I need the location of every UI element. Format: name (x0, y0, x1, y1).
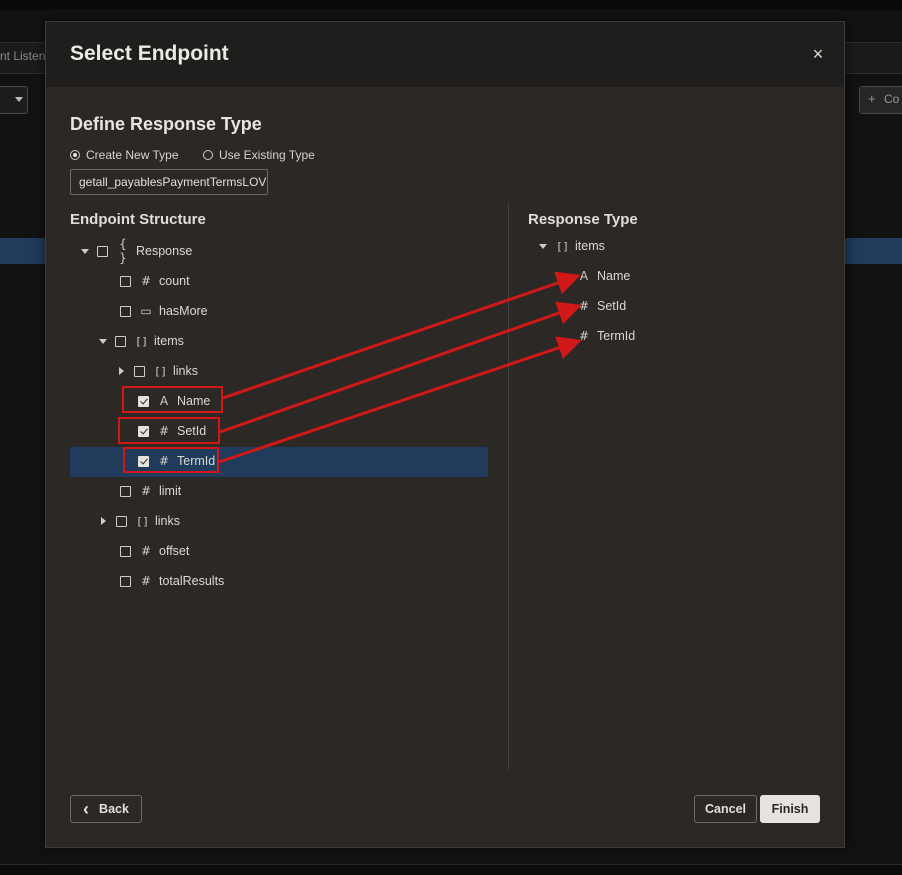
number-icon: # (140, 274, 152, 288)
radio-selected-icon (70, 150, 80, 160)
number-icon: # (140, 574, 152, 588)
back-button[interactable]: ‹ Back (70, 795, 142, 823)
checkbox[interactable] (134, 365, 145, 377)
tree-node-label: links (155, 514, 181, 528)
radio-create-new-type[interactable]: Create New Type (70, 148, 179, 162)
dialog-header: Select Endpoint × (46, 22, 844, 87)
type-name-input[interactable] (70, 169, 268, 195)
expand-arrow-icon[interactable] (99, 338, 107, 344)
array-icon: [ ] (155, 364, 165, 378)
tree-node-label: items (154, 334, 184, 348)
response-node-termid[interactable]: # TermId (577, 321, 635, 351)
checkbox[interactable] (120, 485, 131, 497)
string-icon: A (579, 269, 589, 283)
tree-node-label: count (159, 274, 190, 288)
finish-button-label: Finish (771, 802, 809, 816)
tree-node-label: hasMore (159, 304, 208, 318)
tree-node-label: limit (159, 484, 182, 498)
tree-node-hasmore[interactable]: ▭ hasMore (120, 296, 208, 326)
number-icon: # (578, 299, 590, 313)
checkbox[interactable] (120, 545, 131, 557)
collapse-arrow-icon[interactable] (101, 517, 106, 525)
finish-button[interactable]: Finish (760, 795, 820, 823)
tree-node-limit[interactable]: # limit (120, 476, 181, 506)
response-node-label: SetId (597, 299, 627, 313)
checkbox[interactable] (120, 305, 131, 317)
panel-divider (508, 204, 509, 770)
background-tab-label[interactable]: nt Listen (0, 49, 45, 63)
back-button-label: Back (99, 802, 129, 816)
radio-use-existing-type[interactable]: Use Existing Type (203, 148, 315, 162)
radio-create-label: Create New Type (86, 148, 179, 162)
array-icon: [ ] (137, 514, 147, 528)
number-icon: # (578, 329, 590, 343)
array-icon: [ ] (557, 239, 567, 253)
app-bottom-bar (0, 864, 902, 875)
checkbox[interactable] (115, 335, 126, 347)
response-node-label: TermId (597, 329, 636, 343)
annotation-box-setid (118, 417, 220, 444)
app-top-bar (0, 0, 902, 10)
checkbox[interactable] (120, 275, 131, 287)
boolean-icon: ▭ (140, 304, 152, 318)
tree-node-totalresults[interactable]: # totalResults (120, 566, 224, 596)
cancel-button-label: Cancel (705, 802, 746, 816)
tree-node-label: totalResults (159, 574, 225, 588)
tree-node-offset[interactable]: # offset (120, 536, 189, 566)
tree-node-label: links (173, 364, 199, 378)
chevron-down-icon (15, 97, 23, 102)
background-dropdown[interactable] (0, 86, 28, 114)
response-node-setid[interactable]: # SetId (577, 291, 626, 321)
tree-node-response[interactable]: { } Response (81, 236, 192, 266)
response-node-name[interactable]: A Name (577, 261, 630, 291)
number-icon: # (140, 484, 152, 498)
expand-arrow-icon[interactable] (81, 248, 89, 254)
dialog-title: Select Endpoint (70, 42, 229, 65)
expand-arrow-icon[interactable] (539, 243, 547, 249)
response-node-items[interactable]: [ ] items (539, 231, 605, 261)
array-icon: [ ] (136, 334, 146, 348)
tree-node-count[interactable]: # count (120, 266, 190, 296)
annotation-box-termid (123, 447, 219, 473)
checkbox[interactable] (97, 245, 108, 257)
response-type-title: Response Type (528, 211, 638, 228)
radio-existing-label: Use Existing Type (219, 148, 315, 162)
endpoint-structure-title: Endpoint Structure (70, 211, 206, 228)
response-node-label: Name (597, 269, 631, 283)
background-selected-row (845, 238, 902, 264)
tree-node-items[interactable]: [ ] items (99, 326, 184, 356)
background-create-button[interactable]: + Co (859, 86, 902, 114)
chevron-left-icon: ‹ (83, 799, 90, 819)
background-create-label: Co (884, 92, 900, 106)
plus-icon: + (868, 91, 876, 106)
cancel-button[interactable]: Cancel (694, 795, 757, 823)
annotation-box-name (122, 386, 223, 413)
number-icon: # (140, 544, 152, 558)
checkbox[interactable] (116, 515, 127, 527)
tree-node-items-links[interactable]: [ ] links (118, 356, 198, 386)
close-icon[interactable]: × (808, 44, 828, 64)
tree-node-label: Response (136, 244, 193, 258)
tree-node-label: offset (159, 544, 190, 558)
collapse-arrow-icon[interactable] (119, 367, 124, 375)
radio-unselected-icon (203, 150, 213, 160)
response-node-label: items (575, 239, 605, 253)
object-icon: { } (119, 237, 127, 265)
background-selected-row (0, 238, 46, 264)
define-response-type-title: Define Response Type (70, 114, 262, 134)
tree-node-links[interactable]: [ ] links (100, 506, 180, 536)
checkbox[interactable] (120, 575, 131, 587)
